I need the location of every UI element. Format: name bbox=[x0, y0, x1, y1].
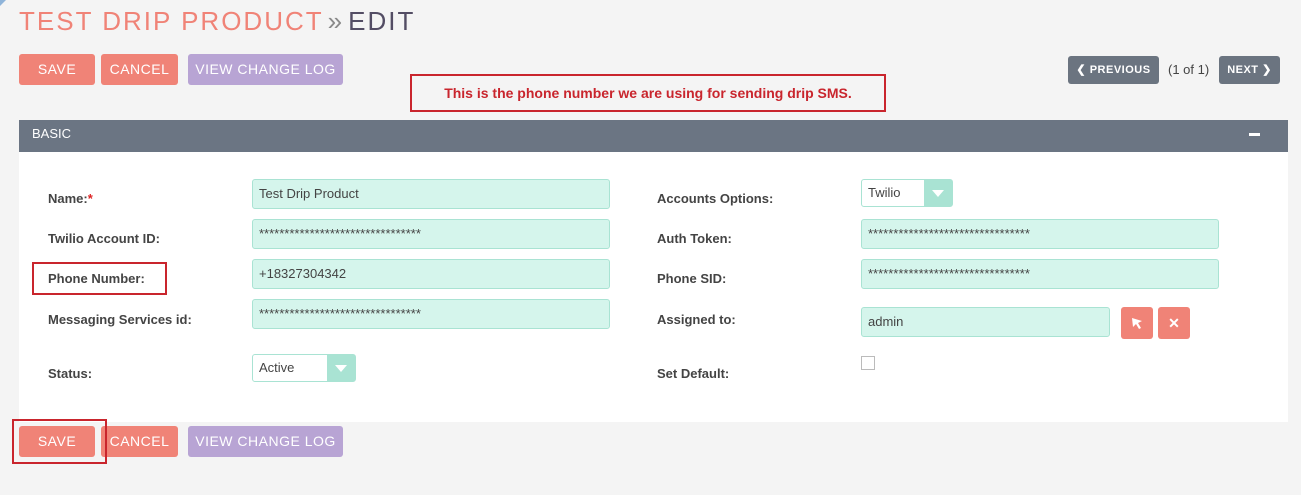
view-change-log-button-top[interactable]: VIEW CHANGE LOG bbox=[188, 54, 343, 85]
close-icon: ✕ bbox=[1168, 315, 1180, 331]
status-selected-value: Active bbox=[259, 360, 295, 375]
name-label: Name:* bbox=[48, 191, 93, 206]
accounts-options-label: Accounts Options: bbox=[657, 191, 774, 206]
cancel-button-top[interactable]: CANCEL bbox=[101, 54, 178, 85]
twilio-account-id-label: Twilio Account ID: bbox=[48, 231, 160, 246]
page-title: TEST DRIP PRODUCT» EDIT bbox=[19, 5, 415, 37]
accounts-options-selected-value: Twilio bbox=[868, 185, 901, 200]
set-default-label: Set Default: bbox=[657, 366, 730, 381]
previous-label: PREVIOUS bbox=[1089, 64, 1151, 76]
messaging-services-id-label: Messaging Services id: bbox=[48, 312, 192, 327]
status-select[interactable]: Active bbox=[252, 354, 356, 382]
next-label: NEXT bbox=[1227, 64, 1259, 76]
annotation-callout: This is the phone number we are using fo… bbox=[410, 74, 886, 112]
phone-number-field[interactable]: +18327304342 bbox=[252, 259, 610, 289]
accounts-options-select[interactable]: Twilio bbox=[861, 179, 953, 207]
action-name: EDIT bbox=[348, 6, 416, 36]
phone-number-highlight bbox=[32, 262, 167, 295]
select-user-button[interactable] bbox=[1121, 307, 1153, 339]
collapse-icon[interactable] bbox=[1249, 133, 1260, 136]
twilio-account-id-field[interactable]: ******************************** bbox=[252, 219, 610, 249]
auth-token-label: Auth Token: bbox=[657, 231, 732, 246]
cursor-arrow-icon bbox=[1132, 318, 1142, 329]
name-label-text: Name: bbox=[48, 191, 88, 206]
name-field[interactable]: Test Drip Product bbox=[252, 179, 610, 209]
assigned-to-field[interactable]: admin bbox=[861, 307, 1110, 337]
phone-sid-label: Phone SID: bbox=[657, 271, 727, 286]
auth-token-field[interactable]: ******************************** bbox=[861, 219, 1219, 249]
required-marker: * bbox=[87, 191, 93, 206]
chevron-down-icon[interactable] bbox=[924, 180, 952, 206]
chevron-right-icon: ❯ bbox=[1262, 64, 1272, 76]
window-corner bbox=[0, 0, 6, 6]
pager-count: (1 of 1) bbox=[1168, 62, 1210, 77]
view-change-log-button-bottom[interactable]: VIEW CHANGE LOG bbox=[188, 426, 343, 457]
previous-button[interactable]: ❮ PREVIOUS bbox=[1068, 56, 1159, 84]
chevron-down-icon[interactable] bbox=[327, 355, 355, 381]
module-name: TEST DRIP PRODUCT bbox=[19, 6, 324, 36]
status-label: Status: bbox=[48, 366, 93, 381]
panel-title: BASIC bbox=[32, 126, 72, 141]
set-default-checkbox[interactable] bbox=[861, 356, 875, 370]
cancel-button-bottom[interactable]: CANCEL bbox=[101, 426, 178, 457]
assigned-to-label: Assigned to: bbox=[657, 312, 736, 327]
clear-user-button[interactable]: ✕ bbox=[1158, 307, 1190, 339]
panel-header-basic[interactable]: BASIC bbox=[19, 120, 1288, 152]
title-separator: » bbox=[327, 6, 345, 36]
phone-sid-field[interactable]: ******************************** bbox=[861, 259, 1219, 289]
save-button-top[interactable]: SAVE bbox=[19, 54, 95, 85]
next-button[interactable]: NEXT ❯ bbox=[1219, 56, 1280, 84]
save-button-highlight bbox=[12, 419, 107, 464]
messaging-services-id-field[interactable]: ******************************** bbox=[252, 299, 610, 329]
chevron-left-icon: ❮ bbox=[1076, 64, 1087, 76]
